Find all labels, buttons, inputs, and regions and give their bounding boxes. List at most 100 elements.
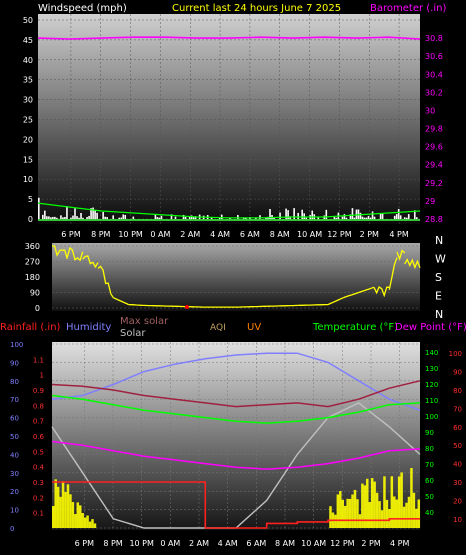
wind-gust-bar	[80, 212, 82, 219]
solar-bar	[375, 492, 379, 528]
solar-bar	[78, 505, 82, 528]
dew-point-tick-label: 90	[453, 369, 462, 377]
solar-bar	[329, 506, 332, 528]
solar-bar	[59, 496, 62, 528]
solar-bar	[56, 486, 60, 528]
rainfall-tick-label: 0.6	[33, 433, 45, 441]
compass-label: N	[435, 308, 443, 321]
wind-gust-bar	[42, 214, 44, 219]
barometer-tick-label: 29	[425, 197, 435, 206]
compass-label: E	[435, 290, 442, 303]
wind-gust-bar	[102, 211, 104, 219]
barometer-tick-label: 30.2	[425, 88, 443, 97]
wind-gust-bar	[399, 215, 402, 219]
wind-gust-bar	[124, 214, 127, 219]
humidity-tick-label: 30	[10, 470, 19, 478]
solar-bar	[71, 502, 75, 528]
wind-gust-bar	[96, 212, 98, 219]
wind-gust-bar	[359, 212, 362, 219]
barometer-tick-label: 29.4	[425, 161, 443, 170]
solar-bar	[69, 494, 72, 528]
direction-marker	[184, 305, 189, 309]
legend-max-solar: Max solar	[120, 316, 169, 327]
wind-gust-bar	[54, 216, 56, 219]
humidity-tick-label: 40	[10, 451, 19, 459]
chart-title: Current last 24 hours June 7 2025	[172, 3, 341, 14]
x-tick-label: 10 AM	[301, 539, 326, 548]
x-tick-label: 2 AM	[180, 230, 200, 239]
dew-point-tick-label: 30	[453, 479, 462, 487]
wind-gust-bar	[94, 210, 96, 219]
wind-gust-bar	[415, 217, 418, 219]
x-tick-label: 12 PM	[327, 230, 352, 239]
wind-gust-bar	[64, 216, 66, 219]
weather-chart: Windspeed (mph) Current last 24 hours Ju…	[0, 3, 466, 548]
rainfall-tick-label: 0.1	[33, 510, 44, 518]
x-tick-label: 2 AM	[189, 539, 209, 548]
windspeed-tick-label: 10	[23, 175, 33, 184]
x-tick-label: 8 PM	[103, 539, 122, 548]
wind-gust-bar	[397, 208, 400, 219]
solar-bar	[61, 481, 65, 528]
legend-aqi: AQI	[210, 323, 226, 333]
barometer-tick-label: 30.6	[425, 52, 443, 61]
wind-gust-bar	[120, 217, 123, 219]
solar-bar	[343, 505, 347, 528]
solar-bar	[356, 499, 359, 528]
x-tick-label: 12 PM	[330, 539, 355, 548]
wind-gust-bar	[78, 217, 80, 219]
temperature-panel-x-axis: 6 PM 8 PM 10 PM 0 AM 2 AM 4 AM 6 AM 8 AM 10 AM 12…	[75, 539, 410, 548]
wind-gust-bar	[112, 215, 114, 219]
wind-gust-bar	[76, 216, 78, 219]
windspeed-tick-label: 15	[23, 155, 33, 164]
wind-gust-bar	[106, 217, 108, 219]
dew-point-tick-label: 70	[453, 405, 462, 413]
x-tick-label: 8 AM	[270, 230, 290, 239]
x-tick-label: 4 PM	[390, 539, 409, 548]
wind-gust-bar	[66, 206, 68, 219]
solar-bar	[417, 499, 421, 528]
rainfall-tick-label: 0.8	[33, 402, 44, 410]
wind-gust-bar	[154, 214, 157, 219]
dew-point-tick-label: 40	[453, 461, 462, 469]
rainfall-tick-label: 0.4	[33, 464, 45, 472]
x-tick-label: 8 PM	[91, 230, 110, 239]
solar-bar	[334, 514, 337, 528]
wind-gust-bar	[259, 215, 261, 219]
wind-gust-bar	[403, 217, 406, 219]
rainfall-tick-label: 1	[40, 372, 44, 380]
x-tick-label: 2 PM	[361, 539, 380, 548]
windspeed-tick-label: 20	[23, 135, 33, 144]
barometer-tick-label: 30.8	[425, 34, 443, 43]
rainfall-tick-label: 0.3	[33, 479, 44, 487]
solar-bar	[397, 476, 401, 528]
x-tick-label: 0 AM	[150, 230, 170, 239]
direction-line	[236, 305, 267, 308]
wind-gust-bar	[325, 209, 328, 219]
wind-gust-bar	[56, 217, 58, 219]
direction-tick-label: 360	[25, 242, 40, 251]
solar-bar	[412, 492, 416, 528]
x-tick-label: 4 AM	[210, 230, 230, 239]
solar-bar	[368, 502, 371, 528]
solar-bar	[378, 501, 381, 528]
x-tick-label: 8 AM	[275, 539, 295, 548]
compass-label: S	[435, 271, 442, 284]
wind-gust-bar	[371, 211, 374, 219]
direction-tick-label: 180	[25, 273, 40, 282]
wind-gust-bar	[303, 213, 305, 219]
windspeed-tick-label: 0	[28, 215, 33, 224]
wind-gust-bar	[367, 216, 370, 219]
x-tick-label: 6 AM	[240, 230, 260, 239]
wind-gust-bar	[363, 217, 366, 219]
solar-bar	[83, 517, 87, 528]
legend-uv: UV	[247, 322, 261, 333]
humidity-tick-label: 20	[10, 488, 19, 496]
windspeed-tick-label: 35	[23, 76, 33, 85]
wind-gust-bar	[393, 215, 396, 219]
wind-gust-bar	[373, 216, 376, 219]
dew-point-tick-label: 20	[453, 497, 462, 505]
wind-gust-bar	[333, 216, 336, 219]
solar-bar	[64, 492, 67, 528]
legend-humidity: Humidity	[66, 322, 111, 333]
